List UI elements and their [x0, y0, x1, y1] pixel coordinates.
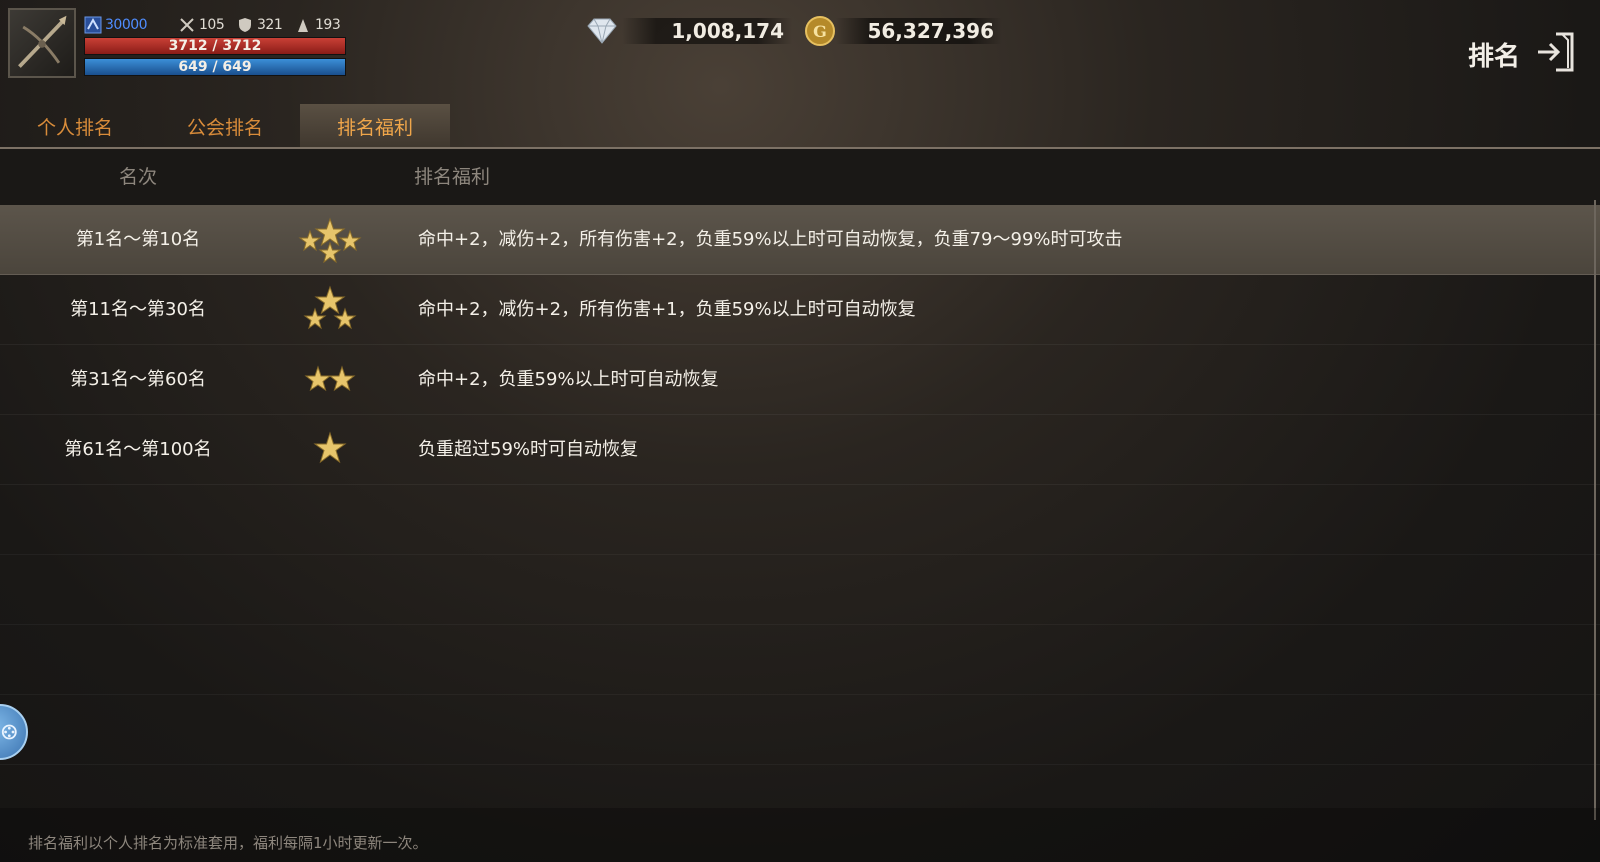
crossed-swords-icon — [180, 18, 194, 32]
table-row[interactable]: 第31名～第60名 命中+2，负重59%以上时可自动恢复 — [0, 345, 1600, 415]
rank-range: 第1名～第10名 — [75, 229, 201, 250]
empty-row — [0, 485, 1600, 555]
rank-range: 第61名～第100名 — [64, 439, 212, 460]
hp-bar: 3712 / 3712 — [84, 37, 346, 55]
crossbow-icon — [18, 15, 67, 68]
floating-menu-button[interactable] — [0, 704, 28, 760]
mp-bar: 649 / 649 — [84, 58, 346, 76]
empty-row — [0, 695, 1600, 765]
mp-value: 649 / 649 — [178, 59, 252, 75]
diamond-icon — [587, 18, 617, 44]
table-row[interactable]: 第1名～第10名 命中+2，减伤+2，所有伤害+2，负重59%以上时可自动恢复，… — [0, 205, 1600, 275]
benefit-text: 命中+2，负重59%以上时可自动恢复 — [418, 369, 719, 390]
page-title: 排名 — [1468, 42, 1521, 72]
svg-text:G: G — [813, 22, 827, 41]
gold-coin-icon: G — [805, 16, 835, 46]
rank-range: 第31名～第60名 — [70, 369, 206, 390]
benefit-text: 命中+2，减伤+2，所有伤害+1，负重59%以上时可自动恢复 — [418, 299, 916, 320]
weight-icon — [298, 19, 308, 32]
benefit-text: 命中+2，减伤+2，所有伤害+2，负重59%以上时可自动恢复，负重79～99%时… — [418, 229, 1123, 250]
diamond-amount: 1,008,174 — [622, 18, 792, 44]
column-header-rank: 名次 — [118, 166, 157, 188]
attack-value: 105 — [199, 17, 225, 33]
scrollbar[interactable] — [1594, 200, 1596, 820]
tab-guild-ranking[interactable]: 公会排名 — [150, 104, 300, 148]
table-row[interactable]: 第61名～第100名 负重超过59%时可自动恢复 — [0, 415, 1600, 485]
attack-stat: 105 — [178, 14, 225, 36]
star-tier-3 — [290, 275, 370, 345]
weight-value: 193 — [315, 17, 341, 33]
footer-note: 排名福利以个人排名为标准套用，福利每隔1小时更新一次。 — [28, 834, 428, 852]
three-stars-icon — [303, 285, 357, 330]
column-header-benefit: 排名福利 — [414, 166, 491, 188]
star-tier-2 — [290, 345, 370, 415]
tab-bar: 个人排名 公会排名 排名福利 — [0, 104, 450, 148]
level-value: 30000 — [105, 17, 148, 33]
gold-currency: G 56,327,396 — [804, 16, 1002, 46]
shield-icon — [239, 18, 251, 32]
exit-button[interactable] — [1534, 30, 1578, 74]
level-stat: 30000 — [84, 14, 148, 36]
rank-range: 第11名～第30名 — [70, 299, 206, 320]
tab-personal-ranking[interactable]: 个人排名 — [0, 104, 150, 148]
hp-value: 3712 / 3712 — [168, 38, 262, 54]
two-stars-icon — [304, 365, 356, 392]
benefit-text: 负重超过59%时可自动恢复 — [418, 439, 639, 460]
defense-stat: 321 — [236, 14, 283, 36]
gold-amount: 56,327,396 — [836, 18, 1002, 44]
defense-value: 321 — [257, 17, 283, 33]
exit-icon — [1538, 32, 1574, 72]
tab-ranking-benefits[interactable]: 排名福利 — [300, 104, 450, 148]
star-tier-4 — [290, 205, 370, 275]
empty-row — [0, 625, 1600, 695]
gamepad-icon — [1, 724, 17, 740]
empty-row — [0, 555, 1600, 625]
four-stars-icon — [298, 217, 362, 264]
character-avatar[interactable] — [8, 8, 76, 78]
weight-stat: 193 — [294, 14, 341, 36]
level-badge-icon — [84, 16, 102, 34]
star-tier-1 — [290, 415, 370, 485]
one-star-icon — [313, 431, 347, 464]
table-row[interactable]: 第11名～第30名 命中+2，减伤+2，所有伤害+1，负重59%以上时可自动恢复 — [0, 275, 1600, 345]
diamond-currency: 1,008,174 — [582, 16, 792, 46]
